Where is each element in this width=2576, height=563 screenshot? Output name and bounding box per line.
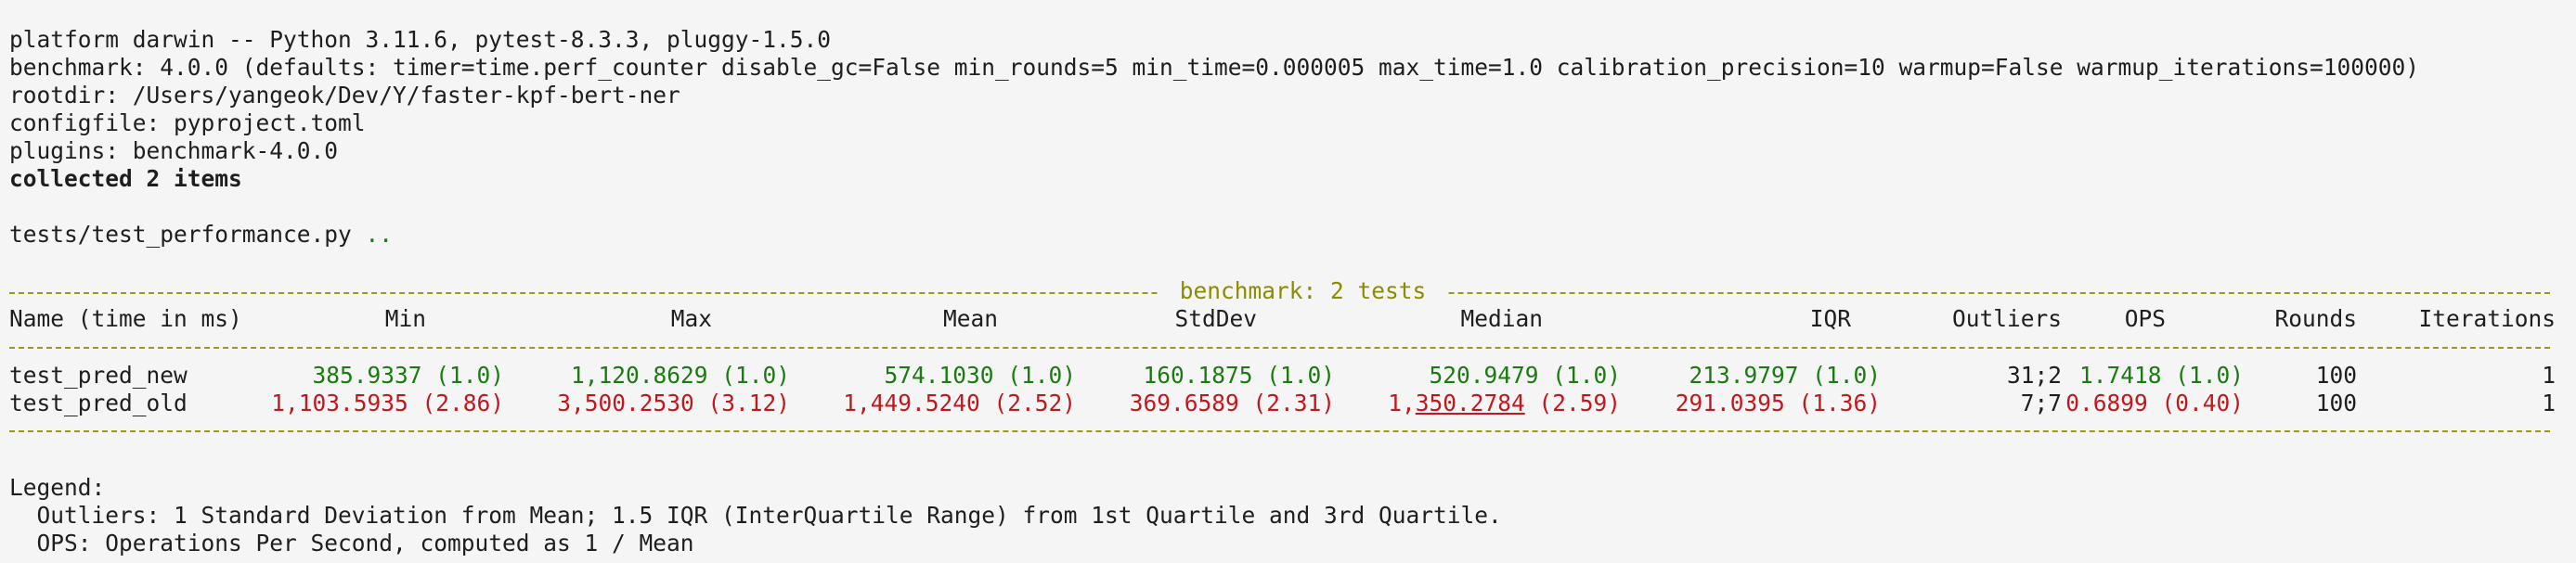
legend-outliers: Outliers: 1 Standard Deviation from Mean… xyxy=(9,502,1502,529)
row-rounds: 100 xyxy=(2315,362,2357,389)
row-max: 3,500.2530 (3.12) xyxy=(557,390,790,416)
row-stddev: 160.1875 (1.0) xyxy=(1143,362,1335,389)
benchmark-config-line: benchmark: 4.0.0 (defaults: timer=time.p… xyxy=(9,54,2420,81)
row-iterations: 1 xyxy=(2542,362,2556,389)
col-header-min: Min xyxy=(384,305,426,332)
row-iterations: 1 xyxy=(2542,390,2556,416)
col-header-iterations: Iterations xyxy=(2418,305,2556,332)
test-result-dots: .. xyxy=(365,221,394,248)
col-header-outliers: Outliers xyxy=(1951,305,2062,332)
row-mean: 574.1030 (1.0) xyxy=(884,362,1076,389)
row-min: 385.9337 (1.0) xyxy=(312,362,504,389)
row-iqr: 213.9797 (1.0) xyxy=(1689,362,1881,389)
row-ops: 0.6899 (0.40) xyxy=(2065,390,2244,416)
row-median: 1,350.2784 (2.59) xyxy=(1388,390,1621,416)
col-header-ops: OPS xyxy=(2124,305,2166,332)
row-name: test_pred_old xyxy=(9,390,188,416)
row-max: 1,120.8629 (1.0) xyxy=(570,362,790,389)
test-file-path: tests/test_performance.py xyxy=(9,221,352,248)
row-rounds: 100 xyxy=(2315,390,2357,416)
row-name: test_pred_new xyxy=(9,362,188,389)
legend-title: Legend: xyxy=(9,474,106,501)
median-link[interactable]: 350.2784 xyxy=(1416,390,1525,416)
test-run-line: tests/test_performance.py .. xyxy=(9,221,393,249)
terminal-output: platform darwin -- Python 3.11.6, pytest… xyxy=(0,0,2576,563)
col-header-stddev: StdDev xyxy=(1174,305,1257,332)
legend-ops: OPS: Operations Per Second, computed as … xyxy=(9,530,694,557)
row-iqr: 291.0395 (1.36) xyxy=(1675,390,1881,416)
row-median: 520.9479 (1.0) xyxy=(1429,362,1621,389)
plugins-line: plugins: benchmark-4.0.0 xyxy=(9,137,339,164)
row-outliers: 7;7 xyxy=(2020,390,2062,416)
table-separator-header xyxy=(9,347,2550,349)
configfile-line: configfile: pyproject.toml xyxy=(9,109,366,136)
col-header-rounds: Rounds xyxy=(2274,305,2357,332)
collected-line: collected 2 items xyxy=(9,165,242,192)
col-header-mean: Mean xyxy=(942,305,998,332)
row-stddev: 369.6589 (2.31) xyxy=(1129,390,1335,416)
row-outliers: 31;2 xyxy=(2006,362,2062,389)
benchmark-table-title: benchmark: 2 tests xyxy=(1160,277,1446,305)
row-mean: 1,449.5240 (2.52) xyxy=(843,390,1076,416)
row-min: 1,103.5935 (2.86) xyxy=(271,390,504,416)
platform-line: platform darwin -- Python 3.11.6, pytest… xyxy=(9,26,832,53)
rootdir-line: rootdir: /Users/yangeok/Dev/Y/faster-kpf… xyxy=(9,82,680,109)
row-ops: 1.7418 (1.0) xyxy=(2078,362,2244,389)
col-header-median: Median xyxy=(1460,305,1543,332)
col-header-iqr: IQR xyxy=(1809,305,1851,332)
table-separator-bottom xyxy=(9,430,2550,432)
col-header-max: Max xyxy=(670,305,712,332)
col-header-name: Name (time in ms) xyxy=(9,305,242,332)
